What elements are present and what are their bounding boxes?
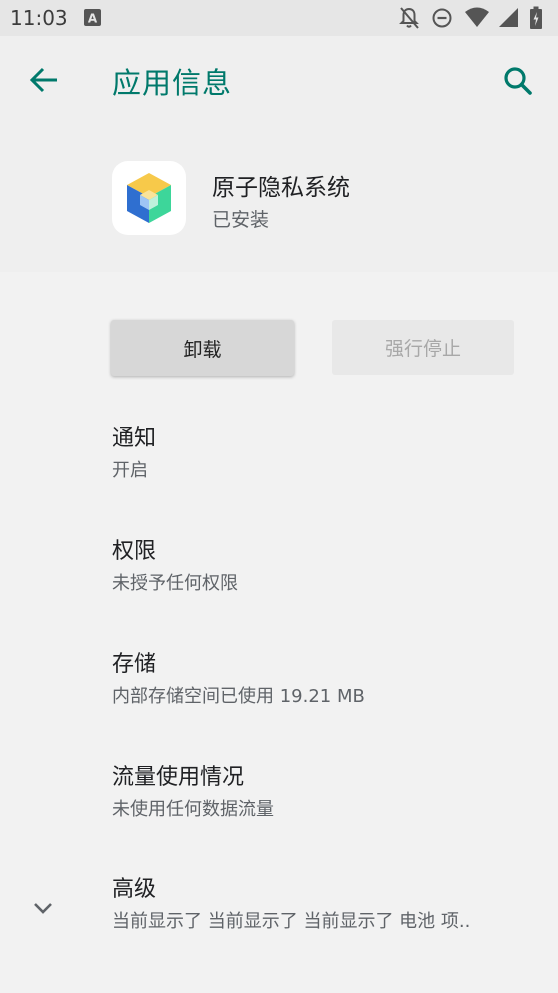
a-notification-icon: A [84,9,101,26]
setting-item-notifications[interactable]: 通知 开启 [0,408,558,504]
setting-subtitle: 未授予任何权限 [112,573,238,594]
cell-signal-icon [499,8,518,27]
status-icons [398,6,548,30]
setting-title: 通知 [112,426,157,451]
setting-title: 流量使用情况 [112,765,245,790]
status-time: 11:03 [10,6,68,30]
setting-item-advanced[interactable]: 高级 当前显示了 当前显示了 当前显示了 电池 项.. [0,859,558,955]
setting-item-data-usage[interactable]: 流量使用情况 未使用任何数据流量 [0,747,558,843]
cube-logo-icon [127,173,171,223]
app-install-status: 已安装 [212,209,270,231]
app-name: 原子隐私系统 [212,175,350,201]
search-icon[interactable] [498,62,538,102]
setting-title: 存储 [112,652,157,677]
app-icon [112,161,186,235]
page-title: 应用信息 [112,66,233,100]
setting-subtitle: 开启 [112,460,148,481]
chevron-down-icon [34,903,52,914]
setting-item-storage[interactable]: 存储 内部存储空间已使用 19.21 MB [0,634,558,730]
setting-item-permissions[interactable]: 权限 未授予任何权限 [0,521,558,617]
svg-text:A: A [88,12,98,26]
setting-subtitle: 未使用任何数据流量 [112,799,274,820]
setting-title: 高级 [112,877,157,902]
setting-subtitle: 当前显示了 当前显示了 当前显示了 电池 项.. [112,911,471,932]
wifi-icon [465,7,489,27]
setting-subtitle: 内部存储空间已使用 19.21 MB [112,686,365,707]
setting-title: 权限 [112,539,157,564]
app-header: 应用信息 原子隐私系统 已安装 [0,36,558,272]
do-not-disturb-icon [432,8,452,28]
force-stop-button[interactable]: 强行停止 [332,320,514,375]
uninstall-button[interactable]: 卸载 [111,320,294,376]
notifications-off-icon [399,7,419,29]
battery-icon [530,6,542,29]
status-bar: 11:03 A [0,0,558,36]
arrow-back-icon[interactable] [24,60,64,100]
